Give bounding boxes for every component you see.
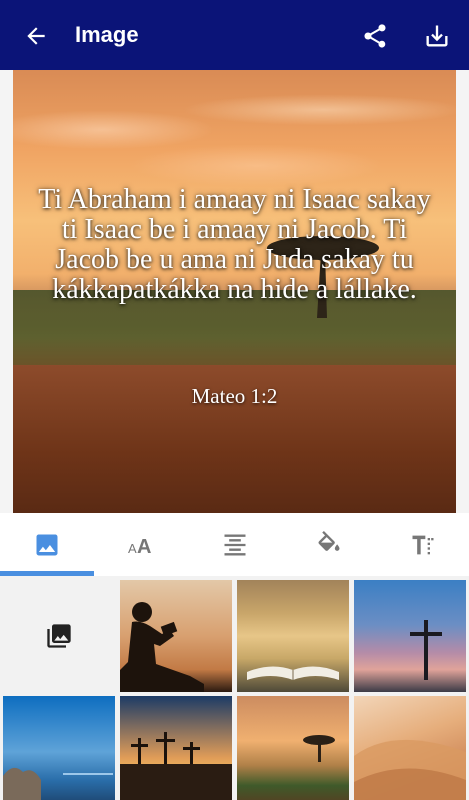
gallery-picker-button[interactable]: [3, 580, 115, 692]
savanna-tree-image: [303, 735, 335, 762]
share-icon[interactable]: [358, 19, 392, 53]
three-crosses-image: [120, 732, 232, 800]
verse-text[interactable]: Ti Abraham i amaay ni Isaac sakay ti Isa…: [33, 185, 436, 305]
cross-image: [410, 620, 442, 680]
coastal-rocks-image: [3, 767, 113, 800]
text-format-icon: [412, 535, 434, 554]
thumbnail-cross-dusk[interactable]: [354, 580, 466, 692]
image-icon: [36, 534, 58, 555]
editor-toolbar: A A: [0, 513, 469, 576]
thumbnail-coastal-rocks[interactable]: [3, 696, 115, 800]
tab-text-color[interactable]: [282, 513, 376, 576]
thumbnail-three-crosses[interactable]: [120, 696, 232, 800]
tab-text-align[interactable]: [188, 513, 282, 576]
boy-reading-silhouette: [120, 602, 204, 692]
open-bible-image: [247, 666, 339, 680]
preview-area: Ti Abraham i amaay ni Isaac sakay ti Isa…: [0, 70, 469, 513]
app-bar: Image: [0, 0, 469, 70]
svg-text:A: A: [137, 536, 151, 557]
verse-reference[interactable]: Mateo 1:2: [13, 384, 456, 409]
tab-font-size[interactable]: A A: [94, 513, 188, 576]
thumbnail-boy-reading[interactable]: [120, 580, 232, 692]
thumbnail-open-bible[interactable]: [237, 580, 349, 692]
thumbnail-desert-dunes[interactable]: [354, 696, 466, 800]
font-size-icon: A A: [128, 536, 151, 557]
background-gallery: [0, 576, 469, 800]
tab-text-style[interactable]: [376, 513, 469, 576]
svg-text:A: A: [128, 541, 137, 556]
thumbnail-savanna-tree[interactable]: [237, 696, 349, 800]
arrow-back-icon[interactable]: [20, 20, 52, 52]
tab-background-image[interactable]: [0, 513, 94, 576]
paint-bucket-icon: [318, 530, 340, 551]
page-title: Image: [75, 22, 139, 47]
photo-library-icon: [47, 624, 71, 648]
download-icon[interactable]: [420, 19, 454, 53]
align-center-icon: [224, 534, 246, 555]
desert-dunes-image: [354, 740, 466, 800]
verse-image-preview[interactable]: Ti Abraham i amaay ni Isaac sakay ti Isa…: [13, 70, 456, 513]
